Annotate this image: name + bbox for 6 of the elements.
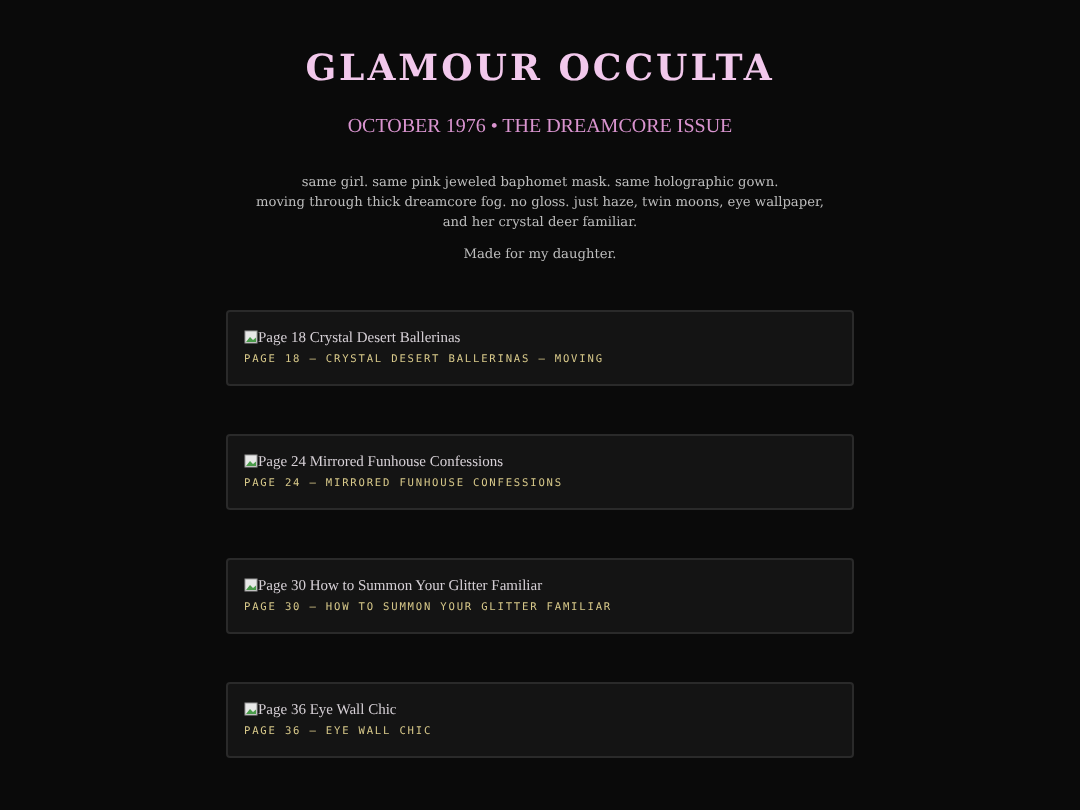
broken-image-icon xyxy=(244,702,258,716)
broken-image-icon xyxy=(244,330,258,344)
issue-subtitle: OCTOBER 1976 • THE DREAMCORE ISSUE xyxy=(347,116,733,138)
broken-image-icon xyxy=(244,454,258,468)
broken-image-icon xyxy=(244,578,258,592)
magazine-title: GLAMOUR OCCULTA xyxy=(305,48,775,90)
